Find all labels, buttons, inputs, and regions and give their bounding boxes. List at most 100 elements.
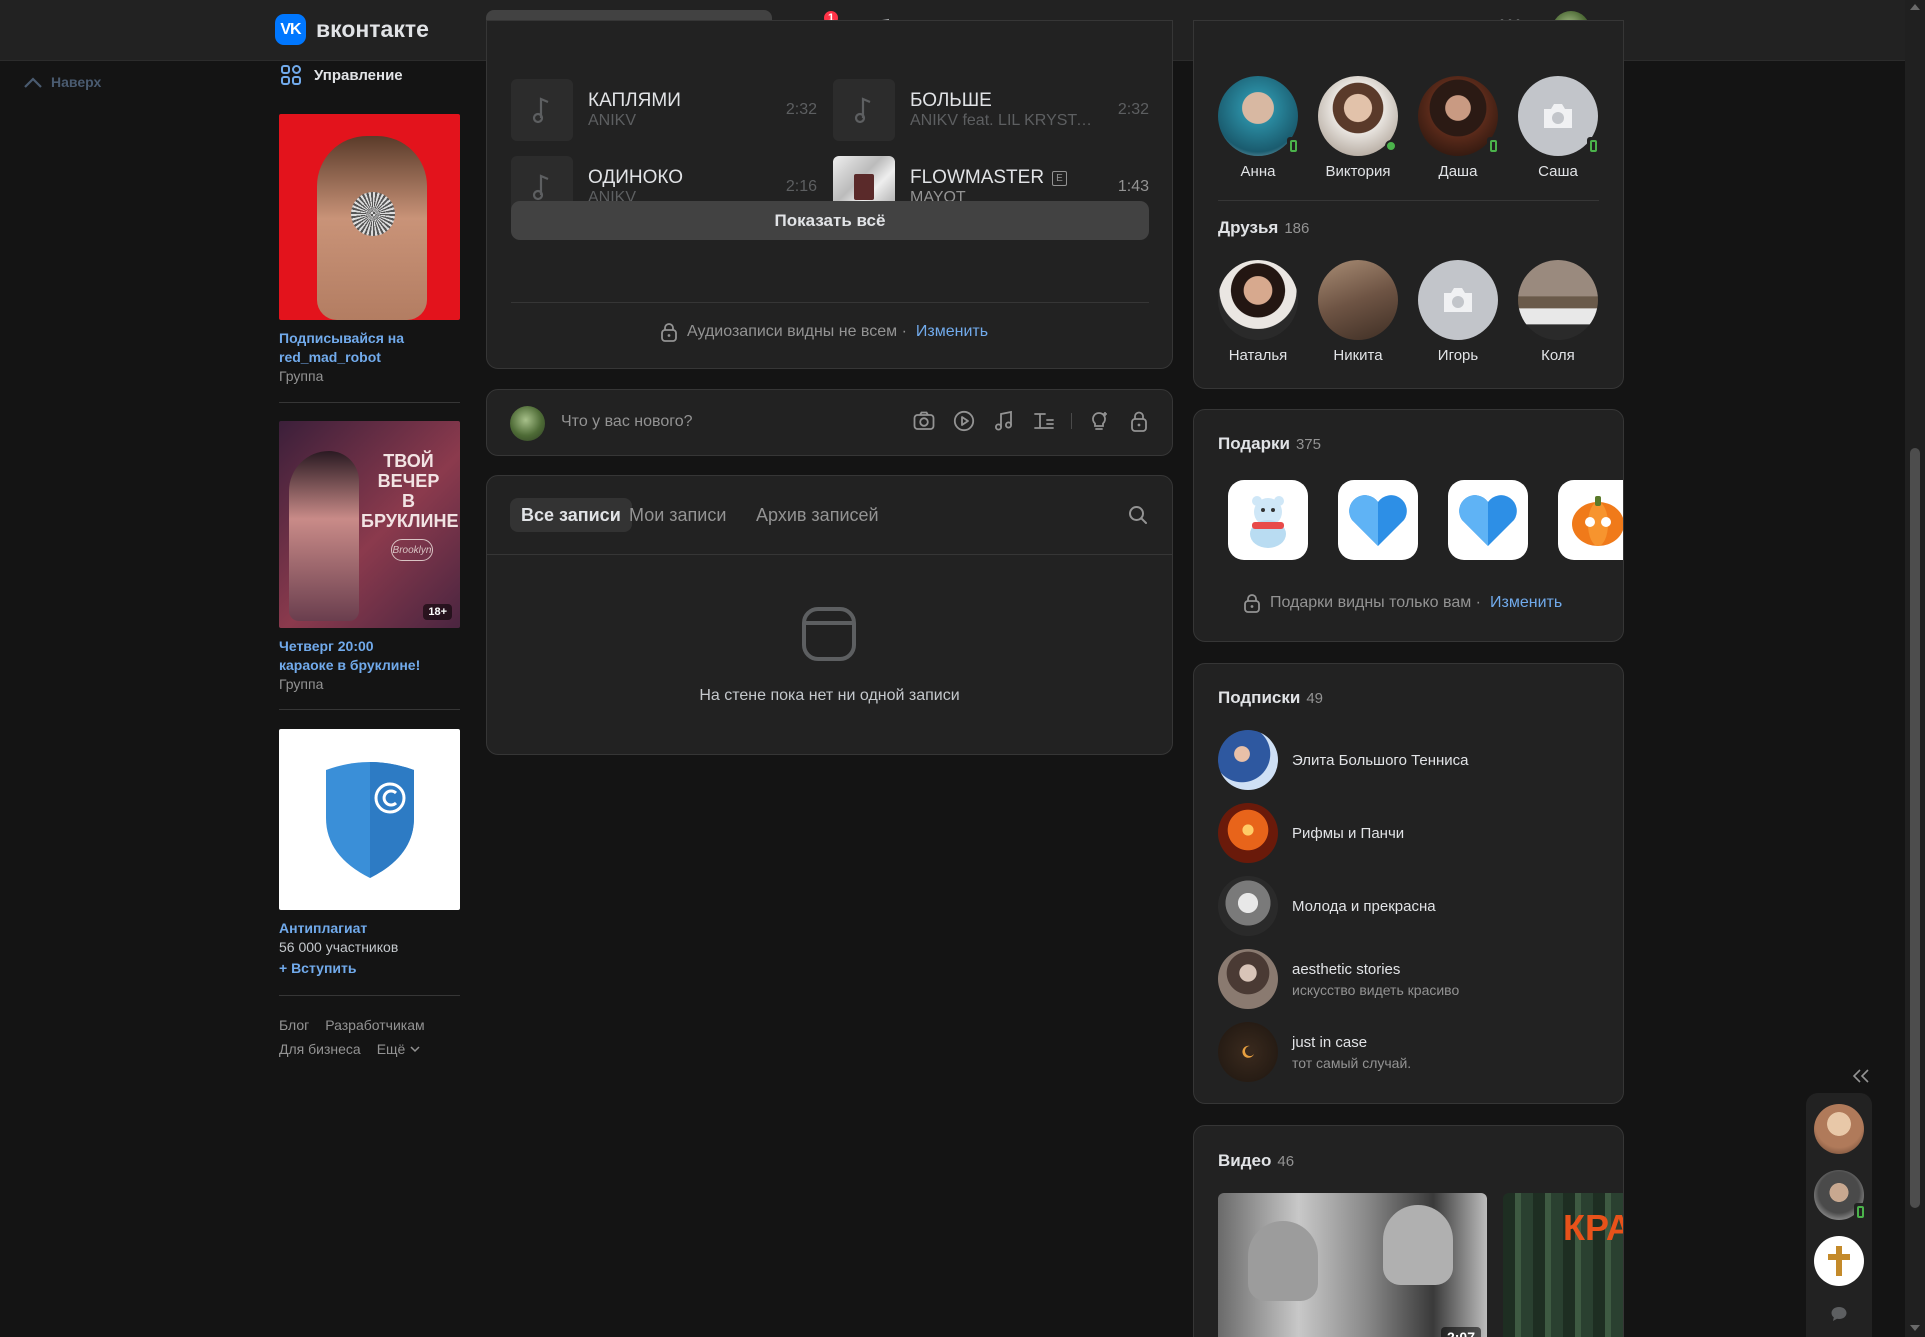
vk-logo[interactable]: VK вконтакте [275,14,429,45]
friend-avatar[interactable] [1218,260,1298,340]
manage-link[interactable]: Управление [280,64,403,86]
post-composer[interactable]: Что у вас нового? [486,389,1173,456]
community-avatar[interactable] [1218,730,1278,790]
subscription-item[interactable]: aesthetic stories искусство видеть красив… [1218,949,1459,1009]
footer-link-more[interactable]: Ещё [377,1041,421,1057]
chat-avatar[interactable] [1814,1104,1864,1154]
collapse-chats-button[interactable] [1852,1069,1870,1087]
community-avatar[interactable] [1218,1022,1278,1082]
subscription-item[interactable]: Молода и прекрасна [1218,876,1436,936]
promo-image[interactable] [279,729,460,910]
tab-all-posts[interactable]: Все записи [510,498,632,532]
footer-link-business[interactable]: Для бизнеса [279,1041,361,1057]
promo-title[interactable]: Антиплагиат [279,919,460,938]
friend-avatar[interactable] [1318,260,1398,340]
video-thumbnail[interactable]: КРА [1503,1193,1623,1337]
chat-avatar[interactable] [1814,1170,1866,1220]
community-avatar[interactable] [1218,949,1278,1009]
tab-my-posts[interactable]: Мои записи [618,498,737,532]
footer-link-developers[interactable]: Разработчикам [325,1017,424,1033]
empty-wall-text: На стене пока нет ни одной записи [699,687,960,704]
open-messenger-button[interactable] [1830,1305,1848,1327]
friend-avatar[interactable] [1418,76,1499,156]
community-avatar[interactable] [1218,876,1278,936]
scroll-up-arrow-icon[interactable] [1910,4,1920,10]
friend-name[interactable]: Саша [1517,163,1599,180]
community-name[interactable]: Элита Большого Тенниса [1292,752,1469,769]
friend-avatar[interactable] [1518,76,1599,156]
friend-name[interactable]: Виктория [1317,163,1399,180]
audio-track[interactable]: БОЛЬШЕ ANIKV feat. LIL KRYSTALLL 2:32 [833,79,1149,141]
videos-title[interactable]: Видео 46 [1218,1151,1294,1171]
gift-item[interactable] [1448,480,1528,560]
composer-placeholder[interactable]: Что у вас нового? [561,413,693,431]
video-button[interactable] [951,408,977,434]
promo-title[interactable]: Подписывайся на red_mad_robot [279,329,460,367]
track-cover[interactable] [511,79,573,141]
promo-image[interactable]: ТВОЙ ВЕЧЕР В БРУКЛИНЕ Brooklyn 18+ [279,421,460,628]
privacy-button[interactable] [1126,408,1152,434]
friend-name[interactable]: Анна [1217,163,1299,180]
gift-item[interactable] [1558,480,1623,560]
friend-name[interactable]: Никита [1317,347,1399,364]
promo-antiplagiat[interactable]: Антиплагиат 56 000 участников + Вступить [279,729,460,978]
promo-red-mad-robot[interactable]: Подписывайся на red_mad_robot Группа [279,114,460,386]
wall-search-button[interactable] [1128,505,1148,529]
music-button[interactable] [991,408,1017,434]
friend-avatar[interactable] [1318,76,1398,156]
subscription-item[interactable]: just in case тот самый случай. [1218,1022,1411,1082]
join-button[interactable]: + Вступить [279,959,460,978]
show-all-button[interactable]: Показать всё [511,201,1149,240]
mobile-online-icon [1487,137,1499,154]
chat-avatar[interactable] [1814,1236,1864,1286]
online-friend[interactable]: Анна [1217,76,1299,180]
online-friend[interactable]: Даша [1417,76,1499,180]
subscription-item[interactable]: Элита Большого Тенниса [1218,730,1469,790]
friend-avatar[interactable] [1218,76,1299,156]
footer-link-blog[interactable]: Блог [279,1017,309,1033]
friend-avatar[interactable] [1518,260,1598,340]
gift-item[interactable] [1338,480,1418,560]
track-cover[interactable] [833,79,895,141]
scroll-to-top[interactable]: Наверх [24,74,101,90]
video-thumbnail[interactable]: 2:07 [1218,1193,1487,1337]
friend-name[interactable]: Наталья [1217,347,1299,364]
community-name[interactable]: just in case [1292,1034,1411,1051]
scroll-down-arrow-icon[interactable] [1910,1325,1920,1331]
audio-track[interactable]: КАПЛЯМИ ANIKV 2:32 [511,79,817,141]
track-artist[interactable]: ANIKV [588,112,778,130]
community-name[interactable]: Молода и прекрасна [1292,898,1436,915]
promo-title[interactable]: Четверг 20:00 караоке в бруклине! [279,637,460,675]
gifts-title[interactable]: Подарки 375 [1218,434,1321,454]
friends-title[interactable]: Друзья 186 [1218,218,1309,238]
page-scrollbar[interactable] [1905,0,1925,1337]
grid-icon [281,65,301,85]
gift-item[interactable] [1228,480,1308,560]
friend[interactable]: Никита [1317,260,1399,364]
track-artist[interactable]: ANIKV feat. LIL KRYSTALLL [910,112,1100,130]
idea-button[interactable] [1086,408,1112,434]
photo-button[interactable] [911,408,937,434]
article-button[interactable] [1031,408,1057,434]
community-name[interactable]: aesthetic stories [1292,961,1459,978]
community-name[interactable]: Рифмы и Панчи [1292,825,1404,842]
scrollbar-thumb[interactable] [1910,448,1920,1208]
subscription-item[interactable]: Рифмы и Панчи [1218,803,1404,863]
tab-archive[interactable]: Архив записей [745,498,890,532]
friend-name[interactable]: Игорь [1417,347,1499,364]
change-privacy-link[interactable]: Изменить [916,323,988,341]
change-privacy-link[interactable]: Изменить [1490,594,1562,612]
friend[interactable]: Игорь [1417,260,1499,364]
online-friend[interactable]: Виктория [1317,76,1399,180]
promo-image[interactable] [279,114,460,320]
promo-brooklyn-karaoke[interactable]: ТВОЙ ВЕЧЕР В БРУКЛИНЕ Brooklyn 18+ Четве… [279,421,460,694]
friend-name[interactable]: Даша [1417,163,1499,180]
subscriptions-title[interactable]: Подписки 49 [1218,688,1323,708]
friend-avatar[interactable] [1418,260,1498,340]
online-friend[interactable]: Саша [1517,76,1599,180]
friend[interactable]: Наталья [1217,260,1299,364]
friend[interactable]: Коля [1517,260,1599,364]
community-avatar[interactable] [1218,803,1278,863]
friend-name[interactable]: Коля [1517,347,1599,364]
lock-icon [1131,411,1147,432]
